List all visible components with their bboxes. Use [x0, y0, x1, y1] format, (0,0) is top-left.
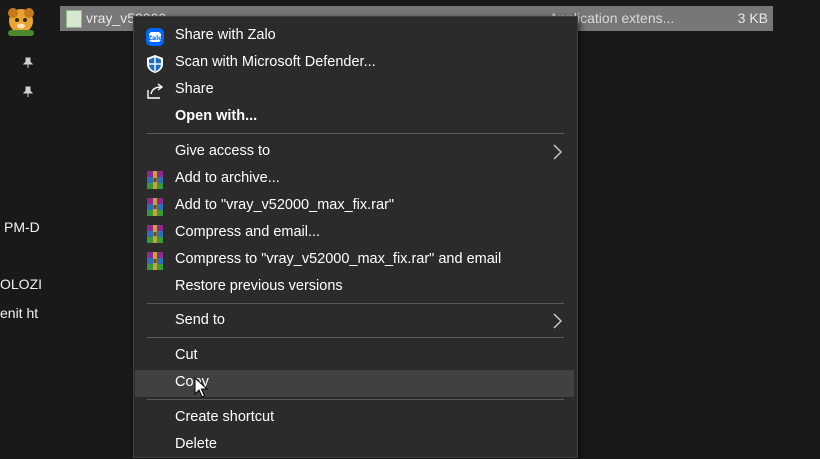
menu-item-add-to-rar[interactable]: Add to "vray_v52000_max_fix.rar" [135, 193, 574, 220]
winrar-icon [145, 224, 165, 244]
menu-item-label: Compress to "vray_v52000_max_fix.rar" an… [175, 251, 502, 267]
menu-separator [147, 303, 564, 304]
menu-item-label: Share with Zalo [175, 27, 276, 43]
nav-item-text[interactable]: enit ht [0, 305, 38, 321]
menu-item-restore-previous-versions[interactable]: Restore previous versions [135, 274, 574, 301]
menu-item-label: Give access to [175, 143, 271, 159]
menu-item-delete[interactable]: Delete [135, 432, 574, 459]
menu-separator [147, 399, 564, 400]
menu-item-label: Restore previous versions [175, 278, 343, 294]
defender-shield-icon [147, 55, 163, 73]
menu-item-label: Create shortcut [175, 409, 275, 425]
menu-item-scan-defender[interactable]: Scan with Microsoft Defender... [135, 50, 574, 77]
winrar-icon [145, 251, 165, 271]
menu-item-give-access[interactable]: Give access to [135, 139, 574, 166]
menu-item-add-to-archive[interactable]: Add to archive... [135, 166, 574, 193]
dll-file-icon [66, 10, 82, 28]
pin-icon[interactable] [22, 57, 34, 69]
menu-item-create-shortcut[interactable]: Create shortcut [135, 405, 574, 432]
menu-item-label: Send to [175, 312, 225, 328]
logo-icon [8, 8, 34, 36]
chevron-right-icon [553, 313, 562, 329]
menu-item-share[interactable]: Share [135, 77, 574, 104]
menu-item-cut[interactable]: Cut [135, 343, 574, 370]
menu-item-compress-and-email[interactable]: Compress and email... [135, 220, 574, 247]
menu-item-compress-to-rar-and-email[interactable]: Compress to "vray_v52000_max_fix.rar" an… [135, 247, 574, 274]
menu-item-send-to[interactable]: Send to [135, 308, 574, 335]
mouse-cursor-icon [194, 377, 208, 398]
menu-item-label: Add to archive... [175, 170, 280, 186]
zalo-icon: Zalo [146, 28, 164, 46]
chevron-right-icon [553, 144, 562, 160]
svg-text:Zalo: Zalo [148, 35, 163, 42]
menu-item-label: Add to "vray_v52000_max_fix.rar" [175, 197, 395, 213]
file-size: 3 KB [737, 10, 768, 26]
menu-item-label: Share [175, 81, 214, 97]
menu-item-open-with[interactable]: Open with... [135, 104, 574, 131]
nav-item-text[interactable]: PM-D [4, 219, 40, 235]
winrar-icon [145, 170, 165, 190]
menu-separator [147, 337, 564, 338]
pin-icon[interactable] [22, 86, 34, 98]
menu-separator [147, 133, 564, 134]
nav-item-text[interactable]: OLOZI [0, 276, 42, 292]
menu-item-label: Compress and email... [175, 224, 321, 240]
menu-item-label: Scan with Microsoft Defender... [175, 54, 376, 70]
menu-item-label: Open with... [175, 108, 258, 124]
menu-item-label: Cut [175, 347, 198, 363]
menu-item-share-with-zalo[interactable]: Zalo Share with Zalo [135, 23, 574, 50]
winrar-icon [145, 197, 165, 217]
share-icon [147, 83, 164, 99]
